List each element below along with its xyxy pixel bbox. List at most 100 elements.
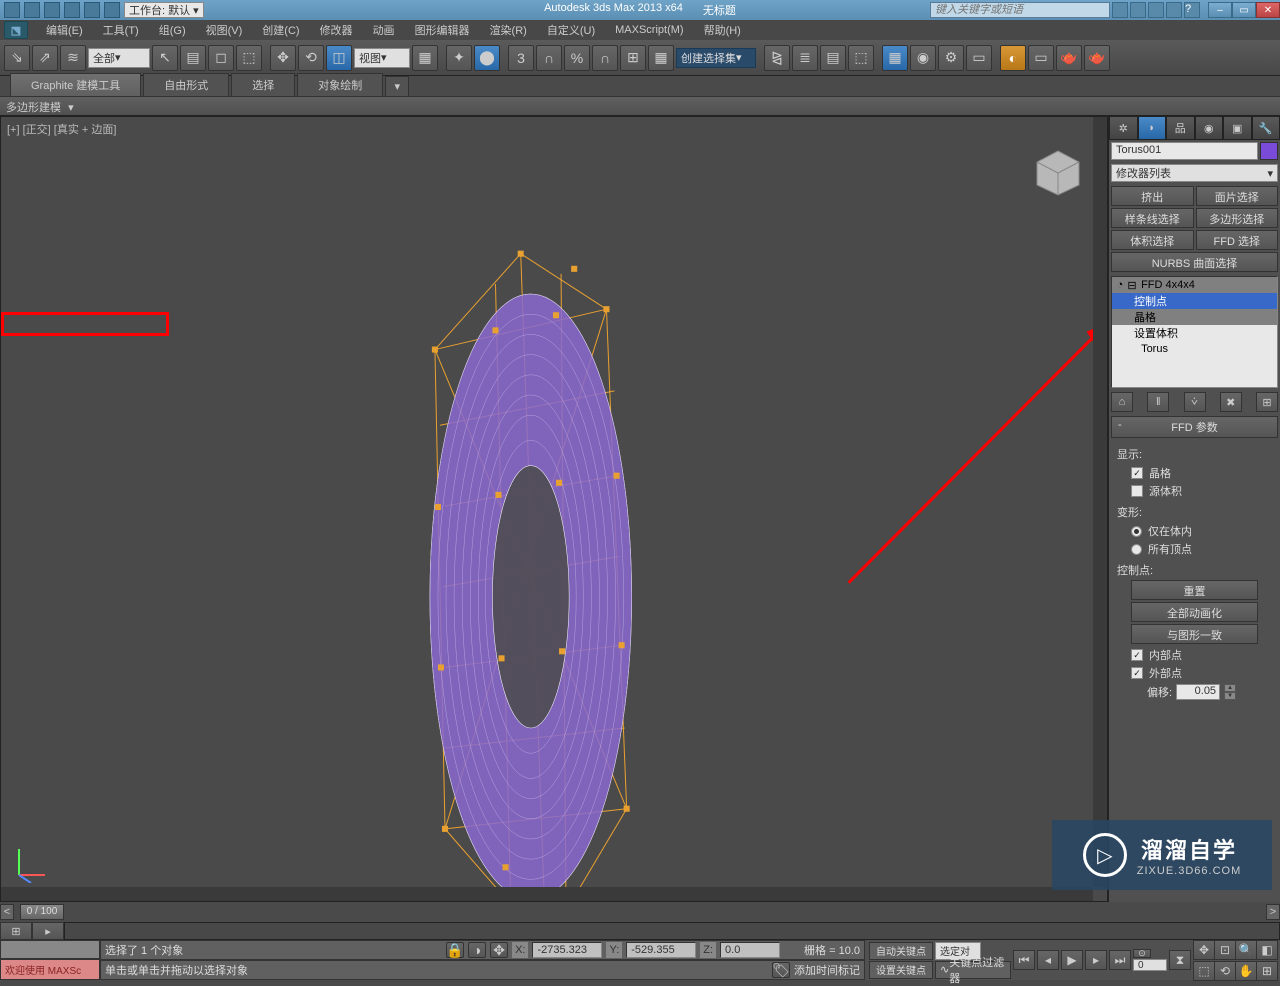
- move-icon[interactable]: ✥: [270, 45, 296, 71]
- menu-animation[interactable]: 动画: [363, 20, 405, 40]
- coord-x-field[interactable]: -2735.323: [532, 942, 602, 958]
- orbit-icon[interactable]: ⟲: [1214, 961, 1236, 981]
- trackbar-toggle-icon[interactable]: ⊞: [0, 922, 32, 940]
- unlink-tool-icon[interactable]: ⇗: [32, 45, 58, 71]
- chk-outer[interactable]: ✓: [1131, 667, 1143, 679]
- viewport[interactable]: [+] [正交] [真实 + 边面]: [0, 116, 1108, 902]
- prev-frame-icon[interactable]: ◂: [1037, 950, 1059, 970]
- menu-modifiers[interactable]: 修改器: [310, 20, 363, 40]
- open-icon[interactable]: [24, 2, 40, 18]
- exchange-icon[interactable]: [1148, 2, 1164, 18]
- goto-start-icon[interactable]: ⏮: [1013, 950, 1035, 970]
- spinner-snap-icon[interactable]: ∩: [592, 45, 618, 71]
- tab-display-icon[interactable]: ▣: [1223, 116, 1252, 140]
- time-slider-thumb[interactable]: 0 / 100: [20, 904, 64, 920]
- tab-create-icon[interactable]: ✲: [1109, 116, 1138, 140]
- teapot2-icon[interactable]: 🫖: [1084, 45, 1110, 71]
- render-setup-icon[interactable]: ⚙: [938, 45, 964, 71]
- signin-icon[interactable]: [1130, 2, 1146, 18]
- link-icon[interactable]: [104, 2, 120, 18]
- modifier-stack[interactable]: ◔⊟ FFD 4x4x4 控制点 晶格 设置体积 Torus: [1111, 276, 1278, 388]
- coord-z-field[interactable]: 0.0: [720, 942, 780, 958]
- rad-in-volume[interactable]: [1131, 526, 1142, 537]
- angle-snap-icon[interactable]: ∩: [536, 45, 562, 71]
- maximize-button[interactable]: ▭: [1232, 2, 1256, 18]
- minimize-button[interactable]: –: [1208, 2, 1232, 18]
- goto-end-icon[interactable]: ⏭: [1109, 950, 1131, 970]
- btn-nurbs-sel[interactable]: NURBS 曲面选择: [1111, 252, 1278, 272]
- named-selset-dropdown[interactable]: 创建选择集 ▾: [676, 48, 756, 68]
- render-iter-icon[interactable]: ▭: [1028, 45, 1054, 71]
- undo-icon[interactable]: [64, 2, 80, 18]
- track-ruler[interactable]: [64, 922, 1280, 940]
- time-config-icon[interactable]: ⧗: [1169, 950, 1191, 970]
- key-mode-icon[interactable]: ⊙: [1133, 949, 1151, 958]
- manip-icon[interactable]: ✦: [446, 45, 472, 71]
- track-bar[interactable]: ⊞ ▸: [0, 922, 1280, 940]
- offset-field[interactable]: 0.05: [1176, 684, 1220, 700]
- app-icon[interactable]: ⬔: [4, 21, 28, 39]
- keymode-icon[interactable]: ⬤: [474, 45, 500, 71]
- selection-filter-dropdown[interactable]: 全部 ▾: [88, 48, 150, 68]
- btn-vol-sel[interactable]: 体积选择: [1111, 230, 1194, 250]
- menu-group[interactable]: 组(G): [149, 20, 196, 40]
- tab-utilities-icon[interactable]: 🔧: [1252, 116, 1280, 140]
- object-color-swatch[interactable]: [1260, 142, 1278, 160]
- stack-set-volume[interactable]: 设置体积: [1112, 325, 1277, 341]
- menu-customize[interactable]: 自定义(U): [537, 20, 605, 40]
- help-grid-icon[interactable]: [1112, 2, 1128, 18]
- pin-stack-icon[interactable]: ⌂: [1111, 392, 1133, 412]
- menu-render[interactable]: 渲染(R): [480, 20, 537, 40]
- btn-animate-all[interactable]: 全部动画化: [1131, 602, 1258, 622]
- keyfilter-button[interactable]: ∿ 关键点过滤器: [935, 961, 1011, 979]
- remove-mod-icon[interactable]: ✖: [1220, 392, 1242, 412]
- workspace-dropdown[interactable]: 工作台: 默认 ▾: [124, 2, 204, 18]
- snap3-icon[interactable]: 3: [508, 45, 534, 71]
- configure-icon[interactable]: ⊞: [1256, 392, 1278, 412]
- favorite-icon[interactable]: [1166, 2, 1182, 18]
- stack-ffd-modifier[interactable]: ◔⊟ FFD 4x4x4: [1112, 277, 1277, 293]
- scale-icon[interactable]: ◫: [326, 45, 352, 71]
- time-tag-icon[interactable]: 🏷: [772, 962, 790, 978]
- next-frame-icon[interactable]: ▸: [1085, 950, 1107, 970]
- viewport-scrollbar-v[interactable]: [1093, 117, 1107, 887]
- setkey-button[interactable]: 设置关键点: [869, 961, 933, 979]
- ribbon-tab-freeform[interactable]: 自由形式: [143, 73, 229, 96]
- bind-icon[interactable]: ≋: [60, 45, 86, 71]
- btn-conform[interactable]: 与图形一致: [1131, 624, 1258, 644]
- chk-lattice[interactable]: ✓: [1131, 467, 1143, 479]
- render-frame-icon[interactable]: ▭: [966, 45, 992, 71]
- btn-ffd-sel[interactable]: FFD 选择: [1196, 230, 1279, 250]
- curve-editor-icon[interactable]: ⬚: [848, 45, 874, 71]
- help-icon[interactable]: ?: [1184, 2, 1200, 18]
- rad-all-verts[interactable]: [1131, 544, 1142, 555]
- pivot-icon[interactable]: ▦: [412, 45, 438, 71]
- add-time-tag[interactable]: 添加时间标记: [794, 962, 860, 978]
- menu-create[interactable]: 创建(C): [252, 20, 309, 40]
- btn-poly-sel[interactable]: 多边形选择: [1196, 208, 1279, 228]
- save-icon[interactable]: [44, 2, 60, 18]
- trackbar-filter-icon[interactable]: ▸: [32, 922, 64, 940]
- frame-field[interactable]: 0: [1133, 959, 1167, 971]
- help-search-input[interactable]: [930, 2, 1110, 18]
- show-end-icon[interactable]: ‖: [1147, 392, 1169, 412]
- layers-icon[interactable]: ▤: [820, 45, 846, 71]
- ribbon-tab-paint[interactable]: 对象绘制: [297, 73, 383, 96]
- btn-extrude[interactable]: 挤出: [1111, 186, 1194, 206]
- teapot1-icon[interactable]: 🫖: [1056, 45, 1082, 71]
- isolate-icon[interactable]: ◑: [468, 942, 486, 958]
- refcoord-dropdown[interactable]: 视图 ▾: [354, 48, 410, 68]
- play-icon[interactable]: ▶: [1061, 950, 1083, 970]
- unique-icon[interactable]: ⩒: [1184, 392, 1206, 412]
- coord-y-field[interactable]: -529.355: [626, 942, 696, 958]
- autokey-button[interactable]: 自动关键点: [869, 942, 933, 960]
- select-rect-icon[interactable]: ◻: [208, 45, 234, 71]
- lock-icon[interactable]: 🔒: [446, 942, 464, 958]
- chk-inner[interactable]: ✓: [1131, 649, 1143, 661]
- fov-icon[interactable]: ◧: [1256, 940, 1278, 960]
- menu-edit[interactable]: 编辑(E): [36, 20, 93, 40]
- new-icon[interactable]: [4, 2, 20, 18]
- timeline-left-icon[interactable]: <: [0, 904, 14, 920]
- percent-snap-icon[interactable]: %: [564, 45, 590, 71]
- select-name-icon[interactable]: ▤: [180, 45, 206, 71]
